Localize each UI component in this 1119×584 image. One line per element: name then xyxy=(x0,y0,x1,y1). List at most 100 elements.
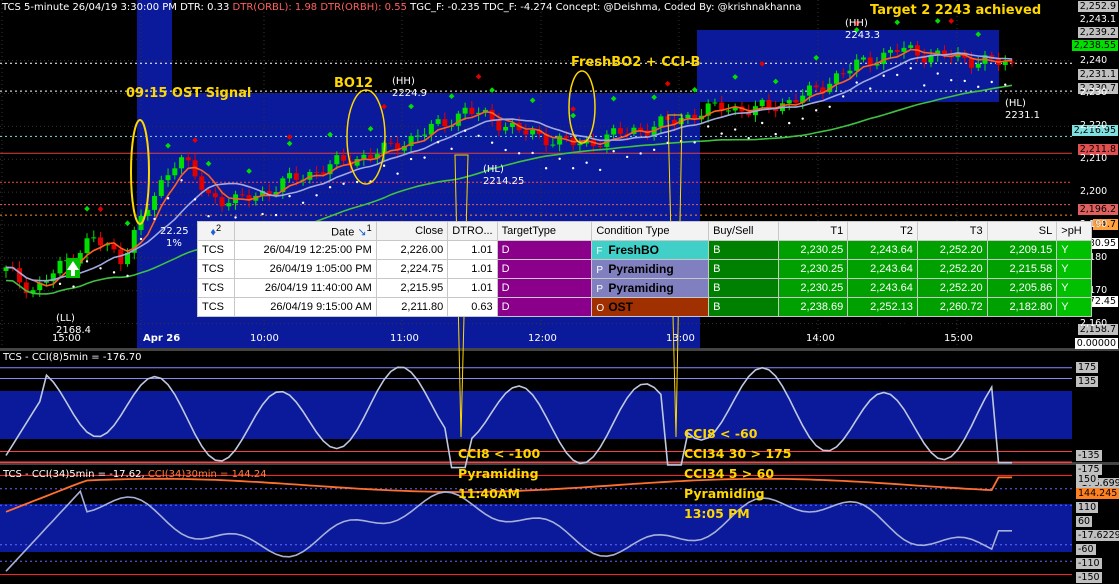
hl2-tag: (HL) xyxy=(1005,98,1026,109)
cci34-level-4: -17.6229 xyxy=(1076,530,1119,541)
support-dot xyxy=(180,179,183,182)
col-ph-header[interactable]: >pH xyxy=(1056,221,1092,241)
candle-body xyxy=(415,135,421,137)
col-t2-header[interactable]: T2 xyxy=(847,221,918,241)
scan-row[interactable]: TCS 26/04/19 12:25:00 PM 2,226.00 1.01 D F Fre… xyxy=(197,240,1092,260)
hh1-tag: (HH) xyxy=(392,76,415,87)
candle-body xyxy=(334,155,340,165)
cci8-right-line-1: CCI8 < -60 xyxy=(684,426,758,441)
candle-body xyxy=(152,195,158,210)
sl-cell: 2,209.15 xyxy=(986,240,1058,260)
price-tick-8: 2,160 xyxy=(1080,317,1108,329)
support-dot xyxy=(693,141,696,144)
scan-header-row: ♦2 Date ↘1 Close DTRO... TargetType Cond… xyxy=(197,221,1092,241)
candle-body xyxy=(550,144,556,146)
price-tick-0: 2,240 xyxy=(1080,54,1108,66)
col-condition-header[interactable]: Condition Type xyxy=(591,221,710,241)
col-buysell-header[interactable]: Buy/Sell xyxy=(708,221,779,241)
support-dot xyxy=(274,213,278,217)
support-dot xyxy=(355,180,359,184)
opening-range-band xyxy=(137,0,172,348)
support-dot xyxy=(234,216,237,219)
sl-cell: 2,205.86 xyxy=(986,278,1058,298)
buysell-cell: B xyxy=(708,278,779,298)
sort-marker-1: 2 xyxy=(216,223,222,234)
support-dot xyxy=(450,147,453,151)
chart-header: TCS 5-minute 26/04/19 3:30:00 PM DTR: 0.… xyxy=(2,2,801,13)
support-dot xyxy=(571,166,575,170)
scan-row[interactable]: TCS 26/04/19 11:40:00 AM 2,215.95 1.01 D P Pyr… xyxy=(197,278,1092,298)
candle-body xyxy=(786,100,792,104)
candle-body xyxy=(597,146,603,148)
condition-cell: P Pyramiding xyxy=(591,259,710,279)
cci8-level-1: 135 xyxy=(1076,376,1099,387)
price-tick-1: 2,230 xyxy=(1080,87,1108,99)
support-dot xyxy=(787,121,791,125)
candle-body xyxy=(813,85,819,88)
support-dot xyxy=(747,136,750,140)
date-cell: 26/04/19 9:15:00 AM xyxy=(233,297,377,317)
t3-cell: 2,252.20 xyxy=(916,240,988,260)
header-title: TCS 5-minute 26/04/19 3:30:00 PM DTR: 0.… xyxy=(2,2,233,13)
col-date-header[interactable]: Date ↘1 xyxy=(233,221,377,241)
col-t1-header[interactable]: T1 xyxy=(777,221,849,241)
candle-body xyxy=(503,127,509,131)
time-tick-2: 10:00 xyxy=(250,333,279,344)
col-sl-header[interactable]: SL xyxy=(986,221,1058,241)
header-rest: TGC_F: -0.235 TDC_F: -4.274 Concept: @De… xyxy=(410,2,802,13)
col-dtro-header[interactable]: DTRO... xyxy=(447,221,498,241)
candle-body xyxy=(887,50,893,53)
cci34-title-a: TCS - CCI(34)5min = -17.62, xyxy=(3,469,148,480)
support-dot xyxy=(207,215,210,218)
candle-body xyxy=(57,260,63,274)
condition-cell: F FreshBO xyxy=(591,240,710,260)
candle-body xyxy=(185,157,191,161)
candle-body xyxy=(1009,61,1015,63)
support-dot xyxy=(720,132,723,135)
cci8-left-line-2: Pyramiding xyxy=(458,466,539,481)
cci34-level-1: 144.245 xyxy=(1076,488,1119,499)
support-dot xyxy=(923,84,926,87)
support-dot xyxy=(625,155,629,159)
candle-body xyxy=(563,135,569,138)
support-dot xyxy=(585,161,588,164)
support-dot xyxy=(950,78,953,82)
cci8-level-0: 175 xyxy=(1076,362,1099,373)
col-t3-header[interactable]: T3 xyxy=(916,221,988,241)
date-cell: 26/04/19 11:40:00 AM xyxy=(233,278,377,298)
col-target-header[interactable]: TargetType xyxy=(496,221,593,241)
support-dot xyxy=(842,95,845,98)
candle-body xyxy=(766,99,772,108)
target-cell: D xyxy=(496,259,593,279)
header-date-label: Date xyxy=(331,226,355,239)
col-close-header[interactable]: Close xyxy=(375,221,449,241)
candle-body xyxy=(219,197,225,207)
cci8-left-line-3: 11:40AM xyxy=(458,486,520,501)
support-dot xyxy=(639,152,642,155)
scan-row[interactable]: TCS 26/04/19 1:05:00 PM 2,224.75 1.01 D P Pyra… xyxy=(197,259,1092,279)
candle-body xyxy=(1002,61,1008,65)
price-marker-1: 2,243.1 xyxy=(1077,14,1118,25)
condition-code: O xyxy=(596,303,605,314)
candle-body xyxy=(725,110,731,112)
support-dot xyxy=(85,260,89,263)
support-dot xyxy=(396,172,399,175)
support-dot xyxy=(126,274,129,278)
scan-row[interactable]: TCS 26/04/19 9:15:00 AM 2,211.80 0.63 D O OST B… xyxy=(197,297,1092,317)
col-symbol-header[interactable]: ♦2 xyxy=(197,221,235,241)
t3-cell: 2,260.72 xyxy=(916,297,988,317)
scan-results-table: ♦2 Date ↘1 Close DTRO... TargetType Cond… xyxy=(197,221,1092,317)
candle-body xyxy=(455,113,461,126)
candle-body xyxy=(287,173,293,179)
cci34-level-6: -110 xyxy=(1076,558,1102,569)
candle-body xyxy=(462,107,468,114)
cci34-level-5: -60 xyxy=(1076,544,1096,555)
support-dot xyxy=(261,212,264,216)
support-dot xyxy=(531,151,534,155)
price-marker-3: 2,238.55 xyxy=(1071,40,1118,51)
condition-code: F xyxy=(596,246,603,257)
time-tick-4: 12:00 xyxy=(528,333,557,344)
candle-body xyxy=(860,57,866,60)
support-dot xyxy=(99,267,102,270)
price-marker-0: 2,252.9 xyxy=(1077,1,1118,12)
